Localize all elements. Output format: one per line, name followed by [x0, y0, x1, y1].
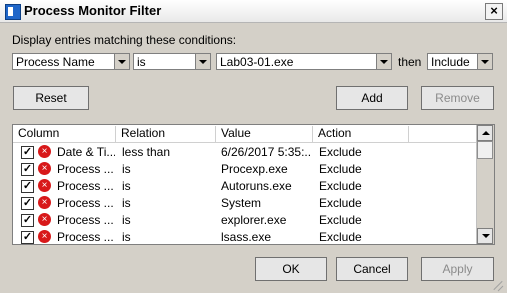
table-row[interactable]: ✓ × Process ... is Autoruns.exe Exclude: [13, 177, 479, 194]
row-action: Exclude: [319, 145, 362, 159]
row-action: Exclude: [319, 230, 362, 244]
app-icon: [5, 4, 21, 20]
row-relation: is: [122, 230, 131, 244]
table-row[interactable]: ✓ × Process ... is explorer.exe Exclude: [13, 211, 479, 228]
error-icon: ×: [38, 179, 51, 192]
row-value: Autoruns.exe: [221, 179, 292, 193]
checkbox[interactable]: ✓: [21, 163, 34, 176]
row-value: explorer.exe: [221, 213, 287, 227]
remove-button[interactable]: Remove: [421, 86, 494, 110]
then-label: then: [398, 55, 422, 69]
row-value: lsass.exe: [221, 230, 272, 244]
filter-list[interactable]: Column Relation Value Action ✓ × Date & …: [12, 124, 495, 245]
row-column: Process ...: [57, 179, 114, 193]
row-relation: is: [122, 213, 131, 227]
reset-button[interactable]: Reset: [13, 86, 89, 110]
error-icon: ×: [38, 230, 51, 243]
row-relation: is: [122, 162, 131, 176]
chevron-down-icon[interactable]: [114, 54, 129, 69]
row-value: System: [221, 196, 262, 210]
blank-header: [409, 126, 479, 142]
column-header[interactable]: Column: [13, 126, 116, 142]
row-relation: is: [122, 179, 131, 193]
window-title: Process Monitor Filter: [24, 3, 162, 18]
filter-instructions: Display entries matching these condition…: [12, 33, 237, 47]
resize-grip-icon[interactable]: [492, 278, 504, 290]
action-select[interactable]: Include: [427, 53, 493, 70]
row-column: Date & Ti...: [57, 145, 115, 159]
row-action: Exclude: [319, 196, 362, 210]
column-select[interactable]: Process Name: [12, 53, 130, 70]
add-button[interactable]: Add: [336, 86, 408, 110]
table-row[interactable]: ✓ × Process ... is Procexp.exe Exclude: [13, 160, 479, 177]
row-action: Exclude: [319, 162, 362, 176]
scroll-down-icon[interactable]: [477, 228, 493, 244]
list-header: Column Relation Value Action: [13, 125, 479, 143]
row-relation: is: [122, 196, 131, 210]
error-icon: ×: [38, 196, 51, 209]
title-bar: Process Monitor Filter ×: [0, 0, 507, 23]
scroll-thumb[interactable]: [477, 141, 493, 159]
row-value: 6/26/2017 5:35:...: [221, 145, 312, 159]
row-value: Procexp.exe: [221, 162, 288, 176]
error-icon: ×: [38, 162, 51, 175]
checkbox[interactable]: ✓: [21, 197, 34, 210]
row-action: Exclude: [319, 213, 362, 227]
row-column: Process ...: [57, 213, 114, 227]
chevron-down-icon[interactable]: [477, 54, 492, 69]
cancel-button[interactable]: Cancel: [336, 257, 408, 281]
row-relation: less than: [122, 145, 171, 159]
vertical-scrollbar[interactable]: [476, 125, 494, 244]
error-icon: ×: [38, 145, 51, 158]
chevron-down-icon[interactable]: [376, 54, 391, 69]
checkbox[interactable]: ✓: [21, 214, 34, 227]
value-select[interactable]: Lab03-01.exe: [216, 53, 392, 70]
checkbox[interactable]: ✓: [21, 180, 34, 193]
relation-header[interactable]: Relation: [116, 126, 216, 142]
scroll-up-icon[interactable]: [477, 125, 493, 141]
table-row[interactable]: ✓ × Process ... is lsass.exe Exclude: [13, 228, 479, 244]
row-action: Exclude: [319, 179, 362, 193]
checkbox[interactable]: ✓: [21, 231, 34, 244]
value-header[interactable]: Value: [216, 126, 313, 142]
chevron-down-icon[interactable]: [195, 54, 210, 69]
table-row[interactable]: ✓ × Process ... is System Exclude: [13, 194, 479, 211]
row-column: Process ...: [57, 162, 114, 176]
row-column: Process ...: [57, 196, 114, 210]
row-column: Process ...: [57, 230, 114, 244]
error-icon: ×: [38, 213, 51, 226]
table-row[interactable]: ✓ × Date & Ti... less than 6/26/2017 5:3…: [13, 143, 479, 160]
close-button[interactable]: ×: [485, 3, 503, 20]
ok-button[interactable]: OK: [255, 257, 327, 281]
checkbox[interactable]: ✓: [21, 146, 34, 159]
apply-button[interactable]: Apply: [421, 257, 494, 281]
relation-select[interactable]: is: [133, 53, 211, 70]
action-header[interactable]: Action: [313, 126, 409, 142]
